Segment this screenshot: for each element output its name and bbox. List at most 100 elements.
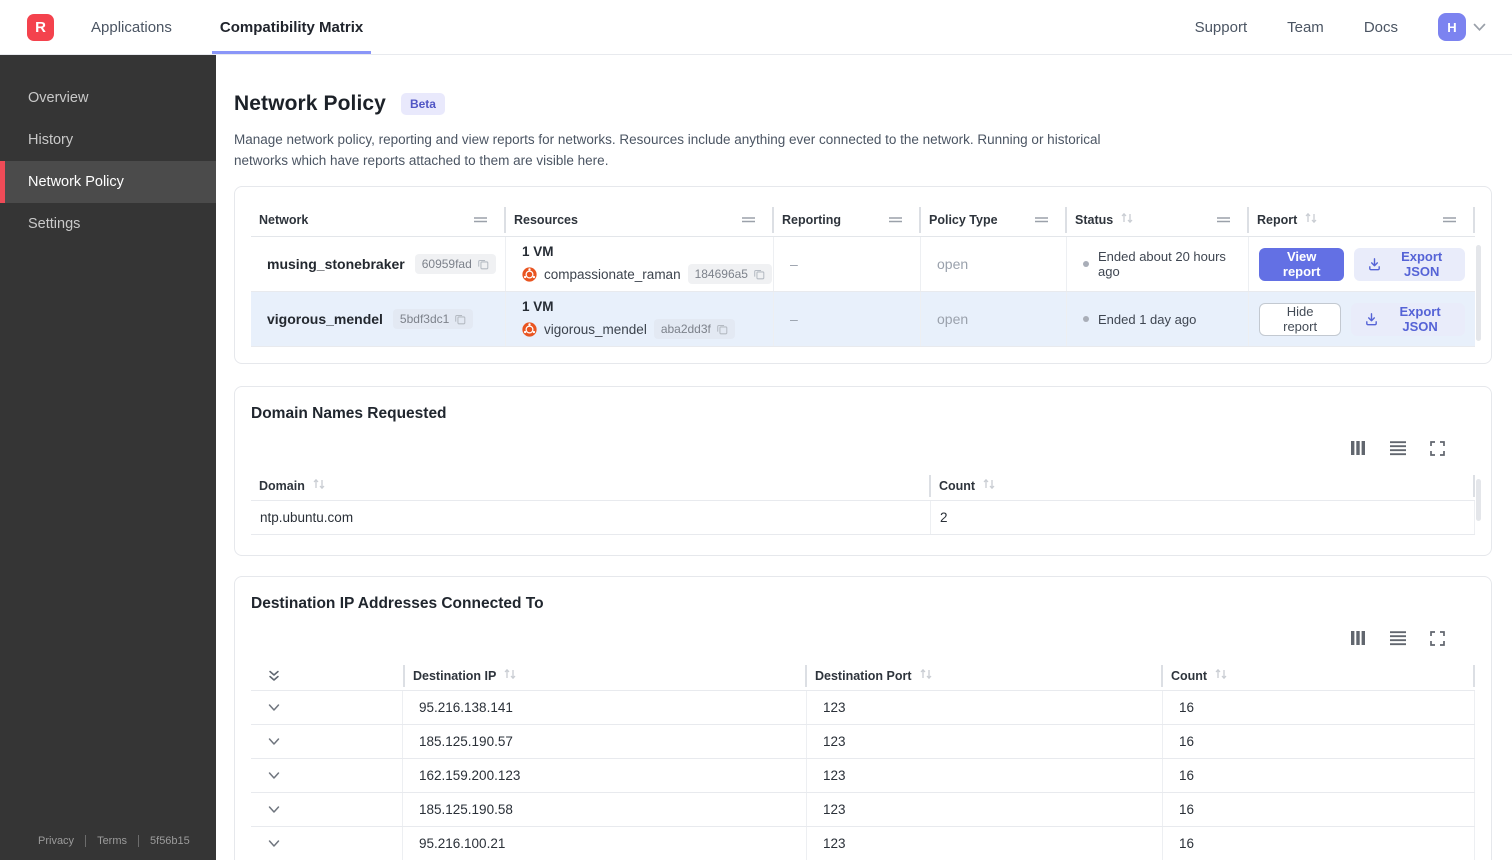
resource-id-badge: 184696a5: [687, 264, 772, 285]
nav-link-docs[interactable]: Docs: [1364, 19, 1398, 36]
ip-row: 185.125.190.57 123 16: [251, 725, 1475, 760]
sidebar-item-network-policy[interactable]: Network Policy: [0, 161, 216, 203]
domains-card: Domain Names Requested Domain Count ntp.…: [234, 386, 1492, 557]
chevron-down-icon[interactable]: [267, 737, 281, 747]
column-header-count[interactable]: Count: [1163, 664, 1475, 687]
column-header-destination-port[interactable]: Destination Port: [807, 664, 1163, 687]
copy-icon[interactable]: [753, 268, 765, 280]
expand-row-cell[interactable]: [251, 827, 403, 860]
port-cell: 123: [807, 827, 1163, 860]
chevron-down-icon[interactable]: [267, 771, 281, 781]
count-cell: 2: [931, 501, 1475, 535]
fullscreen-icon[interactable]: [1430, 631, 1445, 646]
ip-cell: 185.125.190.58: [403, 793, 807, 827]
sort-icon[interactable]: [919, 667, 933, 685]
user-menu[interactable]: H: [1438, 13, 1486, 41]
column-resize-icon[interactable]: [1442, 211, 1457, 229]
scrollbar-thumb[interactable]: [1476, 479, 1481, 522]
domains-table-header: Domain Count: [251, 471, 1475, 502]
column-resize-icon[interactable]: [741, 211, 756, 229]
avatar[interactable]: H: [1438, 13, 1466, 41]
network-row: musing_stonebraker 60959fad 1 VM compass…: [251, 237, 1475, 293]
resources-cell: 1 VM vigorous_mendel aba2dd3f: [506, 292, 774, 347]
networks-table-card: Network Resources Reporting Policy Type: [234, 186, 1492, 365]
report-cell: Hide report Export JSON: [1249, 292, 1475, 346]
terms-link[interactable]: Terms: [97, 835, 127, 847]
sort-icon[interactable]: [312, 477, 326, 495]
expand-row-cell[interactable]: [251, 793, 403, 827]
domain-cell: ntp.ubuntu.com: [251, 501, 931, 535]
chevron-down-icon[interactable]: [1473, 23, 1486, 32]
download-icon: [1367, 257, 1382, 272]
chevron-down-icon[interactable]: [267, 839, 281, 849]
privacy-link[interactable]: Privacy: [38, 835, 74, 847]
sidebar: Overview History Network Policy Settings…: [0, 55, 216, 860]
export-json-button[interactable]: Export JSON: [1354, 247, 1465, 281]
column-header-destination-ip[interactable]: Destination IP: [403, 664, 807, 687]
ip-cell: 95.216.138.141: [403, 691, 807, 725]
fullscreen-icon[interactable]: [1430, 441, 1445, 456]
tab-applications[interactable]: Applications: [91, 0, 172, 54]
network-name-cell: vigorous_mendel 5bdf3dc1: [251, 292, 506, 347]
ip-row: 162.159.200.123 123 16: [251, 759, 1475, 794]
count-cell: 16: [1163, 691, 1475, 725]
expand-all-header[interactable]: [251, 665, 403, 687]
sort-icon[interactable]: [1304, 211, 1318, 229]
sidebar-footer: Privacy Terms 5f56b15: [0, 835, 216, 860]
column-resize-icon[interactable]: [473, 211, 488, 229]
copy-icon[interactable]: [454, 313, 466, 325]
download-icon: [1364, 312, 1379, 327]
sidebar-item-settings[interactable]: Settings: [0, 203, 216, 245]
sidebar-item-overview[interactable]: Overview: [0, 77, 216, 119]
reporting-cell: –: [774, 237, 921, 292]
list-view-icon[interactable]: [1389, 440, 1407, 456]
view-report-button[interactable]: View report: [1259, 247, 1345, 281]
expand-row-cell[interactable]: [251, 691, 403, 725]
column-header-status[interactable]: Status: [1067, 206, 1249, 233]
sort-icon[interactable]: [1120, 211, 1134, 229]
copy-icon[interactable]: [477, 258, 489, 270]
list-view-icon[interactable]: [1389, 630, 1407, 646]
destination-ips-card: Destination IP Addresses Connected To De…: [234, 576, 1492, 860]
count-cell: 16: [1163, 759, 1475, 793]
count-cell: 16: [1163, 827, 1475, 860]
column-resize-icon[interactable]: [888, 211, 903, 229]
footer-divider: [85, 835, 87, 847]
ip-row: 95.216.100.21 123 16: [251, 827, 1475, 860]
ip-cell: 95.216.100.21: [403, 827, 807, 860]
expand-all-icon[interactable]: [267, 669, 281, 683]
footer-divider: [138, 835, 140, 847]
policy-type-cell: open: [921, 237, 1067, 292]
sidebar-item-history[interactable]: History: [0, 119, 216, 161]
column-resize-icon[interactable]: [1216, 211, 1231, 229]
nav-link-team[interactable]: Team: [1287, 19, 1324, 36]
networks-table-header: Network Resources Reporting Policy Type: [251, 203, 1475, 238]
sort-icon[interactable]: [982, 477, 996, 495]
status-dot-icon: [1083, 316, 1089, 323]
status-cell: Ended about 20 hours ago: [1067, 237, 1249, 292]
top-navigation: R Applications Compatibility Matrix Supp…: [0, 0, 1512, 55]
sort-icon[interactable]: [1214, 667, 1228, 685]
scrollbar-thumb[interactable]: [1476, 245, 1481, 342]
tab-compatibility-matrix[interactable]: Compatibility Matrix: [211, 0, 372, 54]
hide-report-button[interactable]: Hide report: [1259, 302, 1342, 336]
expand-row-cell[interactable]: [251, 759, 403, 793]
export-json-button[interactable]: Export JSON: [1351, 302, 1465, 336]
copy-icon[interactable]: [716, 323, 728, 335]
app-logo[interactable]: R: [27, 13, 54, 41]
report-cell: View report Export JSON: [1249, 237, 1475, 291]
column-header-count[interactable]: Count: [931, 474, 1475, 497]
nav-link-support[interactable]: Support: [1195, 19, 1248, 36]
columns-view-icon[interactable]: [1350, 630, 1366, 646]
status-cell: Ended 1 day ago: [1067, 292, 1249, 347]
column-header-policy-type: Policy Type: [921, 206, 1067, 233]
chevron-down-icon[interactable]: [267, 805, 281, 815]
main-content: Network Policy Beta Manage network polic…: [216, 55, 1512, 860]
column-header-report[interactable]: Report: [1249, 206, 1475, 233]
expand-row-cell[interactable]: [251, 725, 403, 759]
columns-view-icon[interactable]: [1350, 440, 1366, 456]
column-resize-icon[interactable]: [1034, 211, 1049, 229]
column-header-domain[interactable]: Domain: [251, 474, 931, 497]
sort-icon[interactable]: [503, 667, 517, 685]
chevron-down-icon[interactable]: [267, 703, 281, 713]
